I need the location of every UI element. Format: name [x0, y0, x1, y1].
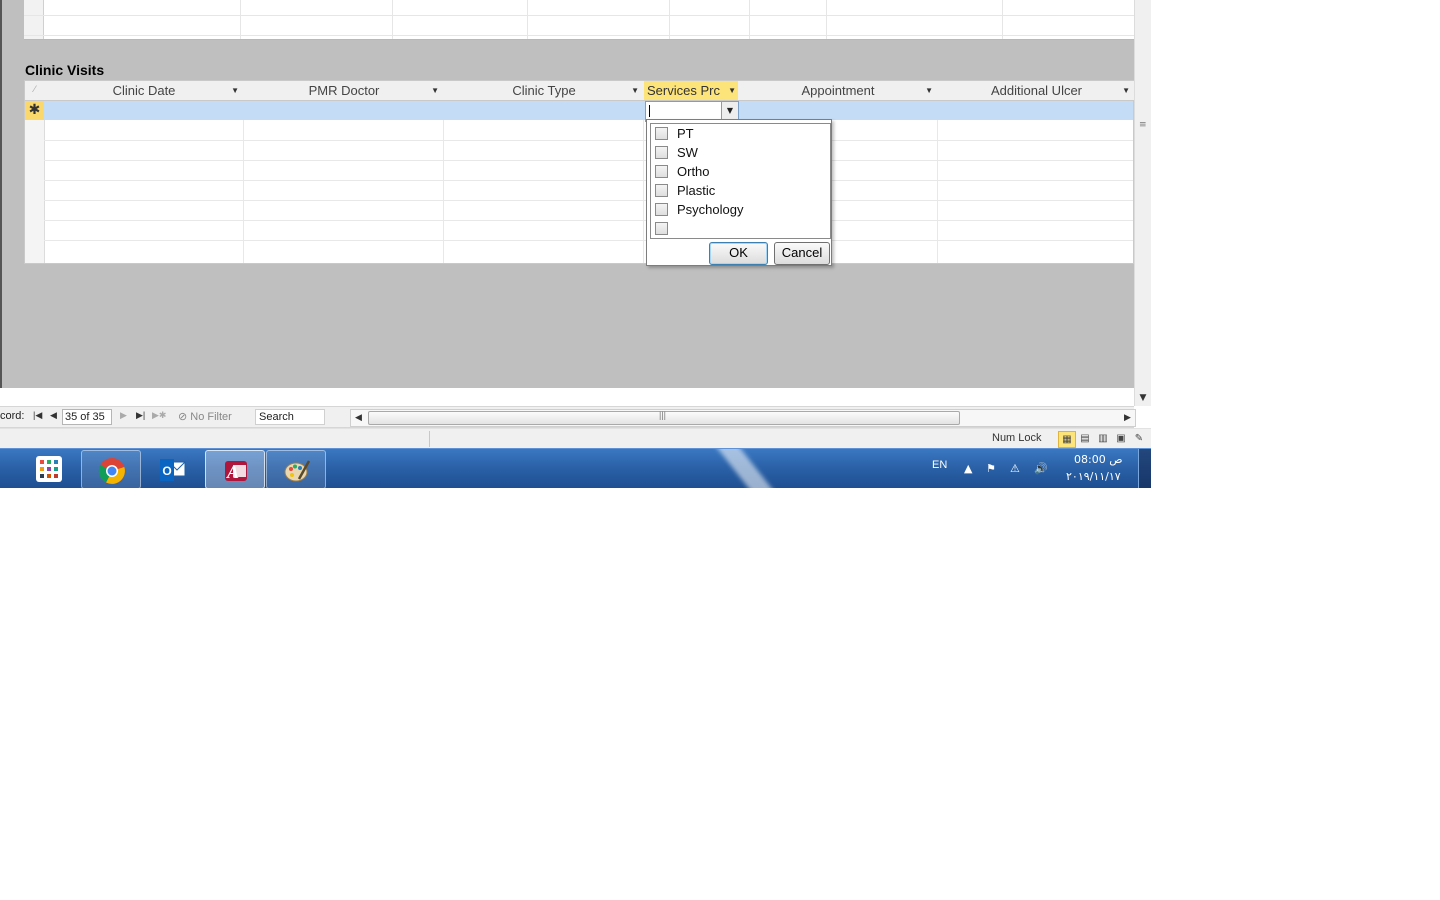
- scroll-grip-icon: |||: [659, 410, 667, 420]
- horizontal-scrollbar[interactable]: ◀ ||| ▶: [350, 409, 1136, 427]
- cancel-button[interactable]: Cancel: [774, 242, 830, 265]
- column-header-appointment[interactable]: Appointment ▼: [738, 81, 939, 101]
- new-record-icon: ✱: [25, 101, 44, 120]
- ok-button[interactable]: OK: [709, 242, 768, 265]
- option-blank[interactable]: [655, 219, 677, 238]
- show-desktop-button[interactable]: [1138, 449, 1151, 488]
- checkbox[interactable]: [655, 164, 668, 178]
- apps-grid-button[interactable]: [20, 450, 78, 487]
- column-header-services-provided[interactable]: Services Prc ▼: [644, 81, 742, 101]
- search-input[interactable]: Search: [255, 409, 325, 425]
- scroll-left-icon[interactable]: ◀: [351, 410, 366, 424]
- new-record-row[interactable]: ✱: [25, 101, 1133, 120]
- scroll-down-icon[interactable]: ▼: [1135, 390, 1151, 406]
- windows-taskbar: O A: [0, 448, 1151, 488]
- action-center-flag-icon[interactable]: ⚑: [986, 462, 996, 475]
- previous-record-icon[interactable]: ◀: [50, 410, 57, 421]
- dropdown-arrow-icon[interactable]: ▼: [431, 81, 439, 100]
- checkbox[interactable]: [655, 183, 668, 197]
- paint-icon: [283, 457, 311, 483]
- record-selector-column[interactable]: [25, 120, 45, 263]
- multivalue-dropdown-popup: PT SW Ortho Plastic Psychology OK Cancel: [646, 119, 832, 266]
- record-navigation-bar: cord: |◀ ◀ 35 of 35 ▶ ▶| ▶✱ ⊘ No Filter …: [0, 406, 1136, 428]
- option-label: Ortho: [677, 164, 710, 179]
- status-separator: [429, 431, 430, 447]
- dropdown-arrow-icon[interactable]: ▼: [728, 81, 736, 100]
- scroll-right-icon[interactable]: ▶: [1120, 410, 1135, 424]
- paint-taskbar-button[interactable]: [266, 450, 326, 488]
- next-record-icon[interactable]: ▶: [120, 410, 127, 421]
- current-record-field[interactable]: 35 of 35: [62, 409, 112, 425]
- checkbox[interactable]: [655, 202, 668, 216]
- checkbox[interactable]: [655, 145, 668, 159]
- chrome-taskbar-button[interactable]: [81, 450, 141, 488]
- record-selector-column[interactable]: [24, 0, 44, 39]
- clinic-visits-datasheet: ⁄ Clinic Date ▼ PMR Doctor ▼ Clinic Type ▼ …: [24, 80, 1135, 264]
- column-header-label: Clinic Date: [112, 83, 176, 98]
- start-button[interactable]: [0, 450, 8, 487]
- apps-grid-icon: [36, 456, 62, 482]
- clock-time[interactable]: 08:00 ص: [1074, 453, 1123, 466]
- dropdown-arrow-icon[interactable]: ▼: [631, 81, 639, 100]
- option-psychology[interactable]: Psychology: [655, 200, 743, 219]
- option-label: Psychology: [677, 202, 744, 217]
- vertical-scrollbar[interactable]: ≡ ▼: [1134, 0, 1151, 406]
- option-sw[interactable]: SW: [655, 143, 698, 162]
- option-label: PT: [677, 126, 694, 141]
- checkbox[interactable]: [655, 126, 668, 140]
- option-pt[interactable]: PT: [655, 124, 694, 143]
- column-header-clinic-date[interactable]: Clinic Date ▼: [44, 81, 245, 101]
- option-label: SW: [677, 145, 698, 160]
- network-warning-icon[interactable]: ⚠: [1010, 462, 1020, 475]
- status-bar: Num Lock ▦ ▤ ▥ ▣ ✎: [0, 428, 1151, 448]
- text-caret: [649, 105, 650, 117]
- dropdown-arrow-icon[interactable]: ▼: [231, 81, 239, 100]
- filter-icon: ⊘: [178, 411, 191, 423]
- option-plastic[interactable]: Plastic: [655, 181, 715, 200]
- access-icon: A: [222, 457, 248, 483]
- first-record-icon[interactable]: |◀: [33, 410, 42, 421]
- column-header-additional-ulcer[interactable]: Additional Ulcer ▼: [938, 81, 1135, 101]
- select-all-corner[interactable]: ⁄: [25, 81, 45, 101]
- form-view-icon[interactable]: ▣: [1113, 431, 1129, 446]
- svg-text:A: A: [226, 462, 239, 482]
- checkbox[interactable]: [655, 221, 668, 235]
- num-lock-indicator: Num Lock: [992, 432, 1042, 444]
- column-header-pmr-doctor[interactable]: PMR Doctor ▼: [244, 81, 445, 101]
- record-label: cord:: [0, 410, 25, 422]
- show-hidden-icons-icon[interactable]: ▲: [964, 462, 972, 475]
- column-header-clinic-type[interactable]: Clinic Type ▼: [444, 81, 645, 101]
- svg-text:O: O: [162, 464, 171, 478]
- pivot-table-view-icon[interactable]: ▤: [1077, 431, 1093, 446]
- no-filter-indicator[interactable]: ⊘ No Filter: [178, 410, 232, 423]
- outlook-icon: O: [159, 456, 186, 482]
- language-indicator[interactable]: EN: [932, 459, 947, 471]
- scroll-grip-icon: ≡: [1139, 120, 1147, 130]
- option-ortho[interactable]: Ortho: [655, 162, 710, 181]
- clock-date[interactable]: ٢٠١٩/١١/١٧: [1066, 470, 1121, 483]
- column-header-label: Appointment: [801, 83, 875, 98]
- dropdown-arrow-icon[interactable]: ▼: [1122, 81, 1130, 100]
- column-header-label: Services Prc: [647, 83, 720, 98]
- option-label: Plastic: [677, 183, 716, 198]
- scroll-thumb[interactable]: |||: [368, 410, 960, 425]
- options-list: PT SW Ortho Plastic Psychology: [650, 123, 831, 239]
- dropdown-arrow-icon[interactable]: ▼: [925, 81, 933, 100]
- outlook-taskbar-button[interactable]: O: [143, 450, 201, 487]
- no-filter-label: No Filter: [190, 411, 232, 423]
- volume-icon[interactable]: 🔊: [1034, 462, 1048, 475]
- chrome-icon: [98, 457, 125, 484]
- last-record-icon[interactable]: ▶|: [136, 410, 145, 421]
- section-title: Clinic Visits: [25, 62, 105, 78]
- upper-datasheet: [24, 0, 1134, 40]
- column-header-label: Clinic Type: [512, 83, 576, 98]
- column-header-label: Additional Ulcer: [990, 83, 1083, 98]
- pivot-chart-view-icon[interactable]: ▥: [1095, 431, 1111, 446]
- access-taskbar-button[interactable]: A: [205, 450, 265, 488]
- combo-dropdown-button[interactable]: ▼: [721, 102, 738, 119]
- design-view-icon[interactable]: ✎: [1131, 431, 1147, 446]
- new-record-icon[interactable]: ▶✱: [152, 410, 166, 421]
- datasheet-view-icon[interactable]: ▦: [1058, 431, 1076, 448]
- column-header-label: PMR Doctor: [308, 83, 380, 98]
